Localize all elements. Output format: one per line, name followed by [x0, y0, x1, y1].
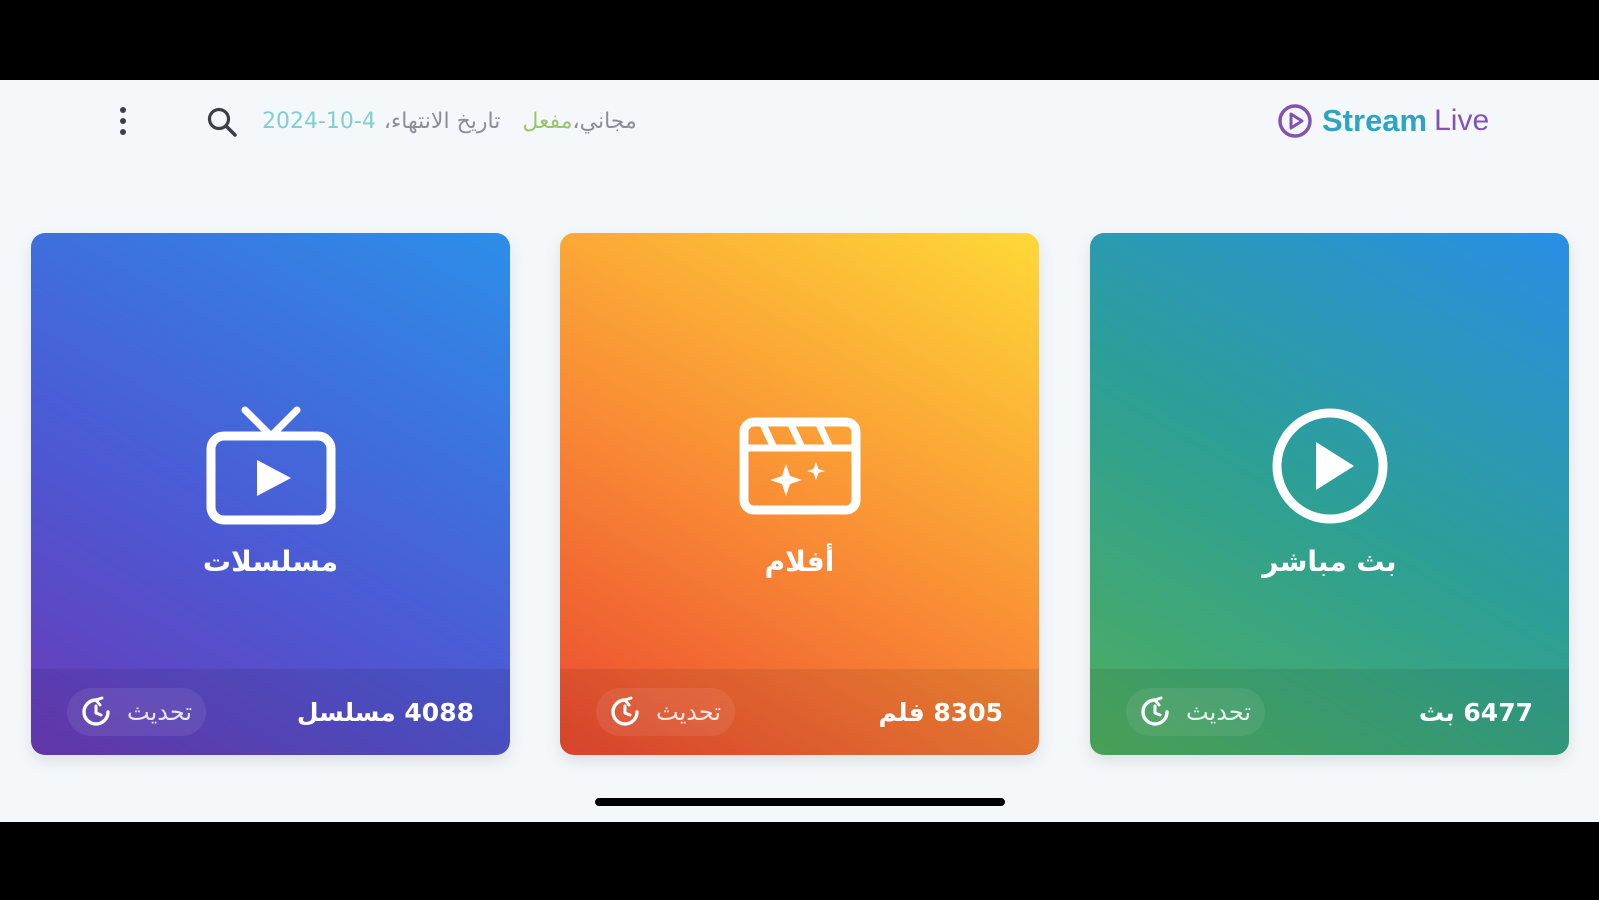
brand-word-live: Live: [1434, 104, 1490, 137]
home-indicator[interactable]: [595, 798, 1005, 806]
refresh-button[interactable]: تحديث: [67, 688, 207, 736]
item-count: 6477 بث: [1418, 697, 1533, 727]
letterbox-top: [0, 0, 1599, 80]
card-title: أفلام: [764, 545, 835, 578]
refresh-icon: [1138, 695, 1172, 729]
item-count: 8305 فلم: [878, 697, 1003, 727]
plan-label: مجاني: [579, 108, 637, 134]
play-circle-icon: [1276, 102, 1314, 140]
refresh-icon: [79, 695, 113, 729]
card-footer: 8305 فلم تحديث: [560, 669, 1039, 755]
card-footer: 6477 بث تحديث: [1090, 669, 1569, 755]
search-icon: [207, 107, 237, 137]
search-button[interactable]: [202, 102, 242, 142]
card-movies[interactable]: أفلام 8305 فلم تحديث: [560, 233, 1039, 755]
refresh-button[interactable]: تحديث: [596, 688, 736, 736]
app-logo: Stream Live: [1276, 101, 1489, 141]
card-live[interactable]: بث مباشر 6477 بث تحديث: [1090, 233, 1569, 755]
activation-state: مفعل: [522, 108, 573, 134]
tv-play-icon: [201, 401, 341, 531]
refresh-icon: [608, 695, 642, 729]
card-footer: 4088 مسلسل تحديث: [31, 669, 510, 755]
status-separator: ،: [572, 108, 580, 134]
refresh-button[interactable]: تحديث: [1126, 688, 1266, 736]
more-vertical-icon: [120, 107, 126, 135]
clapperboard-icon: [730, 401, 870, 531]
expiry-label: تاريخ الانتهاء،: [383, 108, 501, 134]
more-options-button[interactable]: [108, 101, 138, 141]
item-count: 4088 مسلسل: [296, 697, 474, 727]
app-screen: Stream Live مجاني ، مفعل تاريخ الانتهاء،…: [0, 80, 1599, 822]
letterbox-bottom: [0, 822, 1599, 900]
expiry-date: 2024-10-4: [262, 108, 376, 134]
card-title: مسلسلات: [202, 545, 339, 578]
refresh-label: تحديث: [1186, 698, 1252, 726]
subscription-status: مجاني ، مفعل تاريخ الانتهاء، 2024-10-4: [262, 104, 637, 138]
brand-word-stream: Stream: [1322, 103, 1428, 138]
refresh-label: تحديث: [127, 698, 193, 726]
card-title: بث مباشر: [1262, 545, 1397, 578]
play-circle-icon: [1260, 401, 1400, 531]
card-series[interactable]: مسلسلات 4088 مسلسل تحديث: [31, 233, 510, 755]
refresh-label: تحديث: [656, 698, 722, 726]
